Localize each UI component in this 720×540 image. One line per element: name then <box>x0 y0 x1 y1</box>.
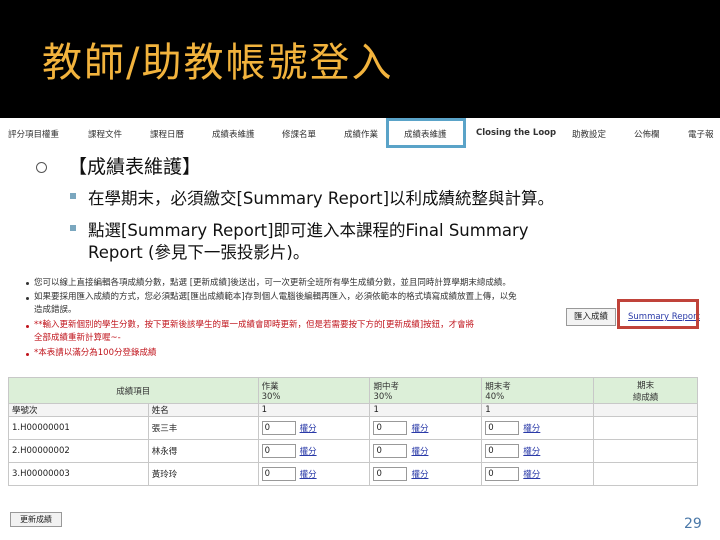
score-input[interactable]: 0 <box>485 467 520 481</box>
update-grades-button[interactable]: 更新成績 <box>10 512 62 527</box>
revise-link[interactable]: 權分 <box>411 470 428 480</box>
main-bullet-text: 【成績表維護】 <box>68 156 202 178</box>
note-line-6: *本表請以滿分為100分登錄成績 <box>34 348 157 358</box>
title-band: 教師/助教帳號登入 <box>0 0 720 118</box>
subheader-name: 姓名 <box>147 403 259 417</box>
header-col-midterm: 期中考 30% <box>369 377 483 404</box>
revise-link[interactable]: 權分 <box>300 447 317 457</box>
nav-item-ta-settings[interactable]: 助教設定 <box>572 128 606 140</box>
table-row: 1.H00000001 張三丰 0 權分 0 權分 0 權分 <box>8 416 698 440</box>
nav-item-course-docs[interactable]: 課程文件 <box>88 128 122 140</box>
score-input[interactable]: 0 <box>261 444 296 458</box>
note-line-4: **輸入更新個別的學生分數，按下更新後該學生的單一成績會即時更新，但是若需要按下… <box>34 320 475 330</box>
header-col-total: 期末 總成績 <box>593 377 698 404</box>
table-row: 3.H00000003 黃玲玲 0 權分 0 權分 0 權分 <box>8 462 698 486</box>
header-grade-item: 成績項目 <box>8 377 259 404</box>
score-input[interactable]: 0 <box>485 444 520 458</box>
nav-item-closing-the-loop[interactable]: Closing the Loop <box>476 128 556 138</box>
table-subheader-row: 學號次 姓名 1 1 1 <box>8 403 698 417</box>
page-number: 29 <box>684 516 702 532</box>
sub-bullet-1: 在學期末，必須繳交[Summary Report]以利成績統整與計算。 <box>88 189 555 208</box>
circle-bullet-icon <box>36 162 47 173</box>
revise-link[interactable]: 權分 <box>411 424 428 434</box>
nav-item-newsletter[interactable]: 電子報 <box>688 128 714 140</box>
grade-table: 成績項目 作業 30% 期中考 30% 期末考 40% 期末 總成績 學號次 姓… <box>8 377 698 486</box>
nav-item-assignments[interactable]: 成績作業 <box>344 128 378 140</box>
student-name: 林永得 <box>147 439 259 463</box>
student-name: 張三丰 <box>147 416 259 440</box>
note-line-3: 造成錯誤。 <box>34 305 77 315</box>
sub-bullet-2-cont: Report (參見下一張投影片)。 <box>88 243 310 262</box>
note-bullet-icon <box>26 297 29 300</box>
student-id: 2.H00000002 <box>8 439 149 463</box>
score-input[interactable]: 0 <box>373 444 408 458</box>
revise-link[interactable]: 權分 <box>300 470 317 480</box>
revise-link[interactable]: 權分 <box>300 424 317 434</box>
revise-link[interactable]: 權分 <box>523 470 540 480</box>
note-line-5: 全部成績重新計算喔~- <box>34 333 121 343</box>
square-bullet-icon <box>70 193 76 199</box>
header-col-homework: 作業 30% <box>257 377 371 404</box>
nav-highlight-box <box>386 118 466 148</box>
revise-link[interactable]: 權分 <box>523 447 540 457</box>
revise-link[interactable]: 權分 <box>411 447 428 457</box>
note-bullet-icon <box>26 325 29 328</box>
note-bullet-icon <box>26 282 29 285</box>
note-line-2: 如果要採用匯入成績的方式，您必須點選[匯出成績範本]存到個人電腦後編輯再匯入，必… <box>34 292 517 302</box>
revise-link[interactable]: 權分 <box>523 424 540 434</box>
slide-title: 教師/助教帳號登入 <box>42 40 394 86</box>
table-header-row: 成績項目 作業 30% 期中考 30% 期末考 40% 期末 總成績 <box>8 377 698 404</box>
nav-item-gradebook-1[interactable]: 成績表維護 <box>212 128 255 140</box>
sub-bullet-2: 點選[Summary Report]即可進入本課程的Final Summary <box>88 221 529 240</box>
subheader-student-id: 學號次 <box>8 403 149 417</box>
header-col-final: 期末考 40% <box>481 377 595 404</box>
note-bullet-icon <box>26 353 29 356</box>
nav-item-course-calendar[interactable]: 課程日曆 <box>150 128 184 140</box>
score-input[interactable]: 0 <box>261 421 296 435</box>
score-input[interactable]: 0 <box>373 421 408 435</box>
course-nav-menu: 評分項目權重 課程文件 課程日曆 成績表維護 修課名單 成績作業 成績表維護 C… <box>0 124 720 148</box>
score-input[interactable]: 0 <box>485 421 520 435</box>
square-bullet-icon <box>70 225 76 231</box>
summary-report-highlight-box <box>617 299 699 329</box>
student-name: 黃玲玲 <box>147 462 259 486</box>
student-id: 1.H00000001 <box>8 416 149 440</box>
score-input[interactable]: 0 <box>373 467 408 481</box>
student-id: 3.H00000003 <box>8 462 149 486</box>
table-row: 2.H00000002 林永得 0 權分 0 權分 0 權分 <box>8 439 698 463</box>
nav-item-bulletin[interactable]: 公佈欄 <box>634 128 660 140</box>
note-line-1: 您可以線上直接編輯各項成績分數，點選 [更新成績]後送出，可一次更新全班所有學生… <box>34 278 511 288</box>
nav-item-roster[interactable]: 修課名單 <box>282 128 316 140</box>
nav-item-grading-weights[interactable]: 評分項目權重 <box>8 128 59 140</box>
import-grades-button[interactable]: 匯入成績 <box>566 308 616 326</box>
score-input[interactable]: 0 <box>261 467 296 481</box>
